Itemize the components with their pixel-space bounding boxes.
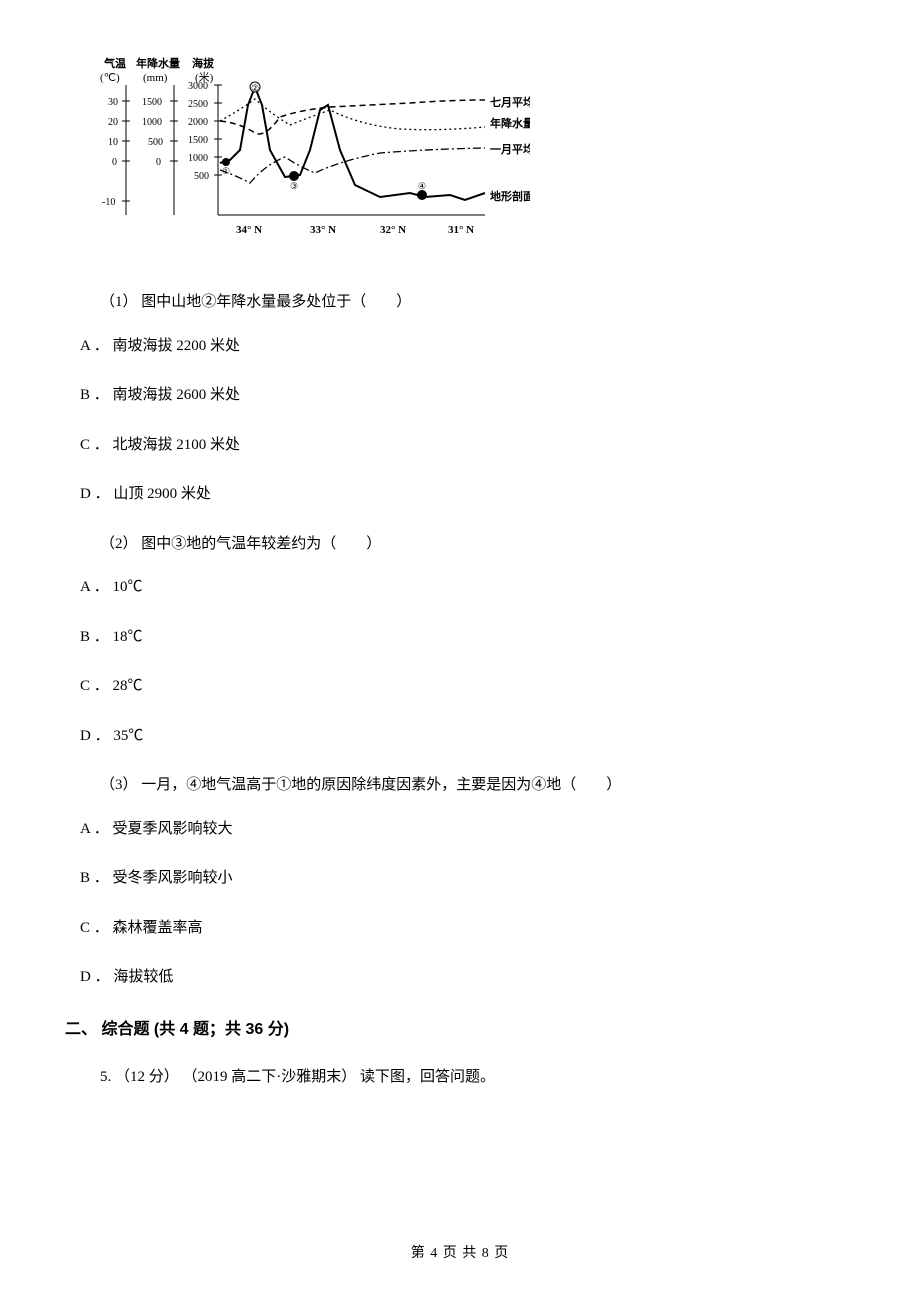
line-terrain <box>220 87 485 200</box>
axis-label-elev: 海拔 <box>192 56 215 70</box>
option-2A: A ． 10℃ <box>80 575 840 601</box>
legend-jan: 一月平均气温 <box>490 142 530 156</box>
tick: -10 <box>102 197 115 208</box>
tick: 30 <box>108 97 118 108</box>
x-tick: 33° N <box>310 224 336 236</box>
tick: 20 <box>108 117 118 128</box>
marker-2-label: ② <box>251 83 259 93</box>
tick: 1000 <box>188 153 208 164</box>
tick: 3000 <box>188 81 208 92</box>
question-2-stem: （2） 图中③地的气温年较差约为（ ） <box>100 532 840 558</box>
option-3B: B ． 受冬季风影响较小 <box>80 866 840 892</box>
tick: 0 <box>156 157 161 168</box>
marker-4-label: ④ <box>418 181 426 191</box>
question-3-stem: （3） 一月，④地气温高于①地的原因除纬度因素外，主要是因为④地（ ） <box>100 773 840 799</box>
option-2C: C ． 28℃ <box>80 674 840 700</box>
option-2D: D ． 35℃ <box>80 724 840 750</box>
axis-unit-precip: (mm) <box>143 72 168 84</box>
tick: 2000 <box>188 117 208 128</box>
option-3D: D ． 海拔较低 <box>80 965 840 991</box>
legend-precip: 年降水量 <box>490 116 530 130</box>
question-1-stem: （1） 图中山地②年降水量最多处位于（ ） <box>100 290 840 316</box>
axis-label-precip: 年降水量 <box>136 56 180 70</box>
line-precip <box>220 99 485 130</box>
option-2B: B ． 18℃ <box>80 625 840 651</box>
tick: 0 <box>112 157 117 168</box>
chart-figure: 气温 年降水量 海拔 (℃) (mm) (米) 30 20 10 0 -10 1… <box>90 55 840 260</box>
option-1A: A ． 南坡海拔 2200 米处 <box>80 334 840 360</box>
marker-1-label: ① <box>222 166 230 176</box>
section-2-heading: 二、 综合题 (共 4 题；共 36 分) <box>65 1015 840 1039</box>
option-3A: A ． 受夏季风影响较大 <box>80 817 840 843</box>
page-footer: 第 4 页 共 8 页 <box>0 1242 920 1262</box>
tick: 500 <box>148 137 163 148</box>
tick: 2500 <box>188 99 208 110</box>
axis-unit-temp: (℃) <box>100 72 120 84</box>
tick: 1500 <box>142 97 162 108</box>
tick: 500 <box>194 171 209 182</box>
x-tick: 32° N <box>380 224 406 236</box>
marker-3-label: ③ <box>290 181 298 191</box>
legend-july: 七月平均气温 <box>490 95 530 109</box>
tick: 1000 <box>142 117 162 128</box>
tick: 1500 <box>188 135 208 146</box>
option-3C: C ． 森林覆盖率高 <box>80 916 840 942</box>
option-1C: C ． 北坡海拔 2100 米处 <box>80 433 840 459</box>
x-tick: 34° N <box>236 224 262 236</box>
legend-terrain: 地形剖面 <box>490 189 530 203</box>
x-tick: 31° N <box>448 224 474 236</box>
climate-terrain-chart: 气温 年降水量 海拔 (℃) (mm) (米) 30 20 10 0 -10 1… <box>90 55 530 255</box>
question-5-stem: 5. （12 分） （2019 高二下·沙雅期末） 读下图，回答问题。 <box>100 1065 840 1091</box>
option-1B: B ． 南坡海拔 2600 米处 <box>80 383 840 409</box>
option-1D: D ． 山顶 2900 米处 <box>80 482 840 508</box>
axis-label-temp: 气温 <box>103 56 126 70</box>
tick: 10 <box>108 137 118 148</box>
